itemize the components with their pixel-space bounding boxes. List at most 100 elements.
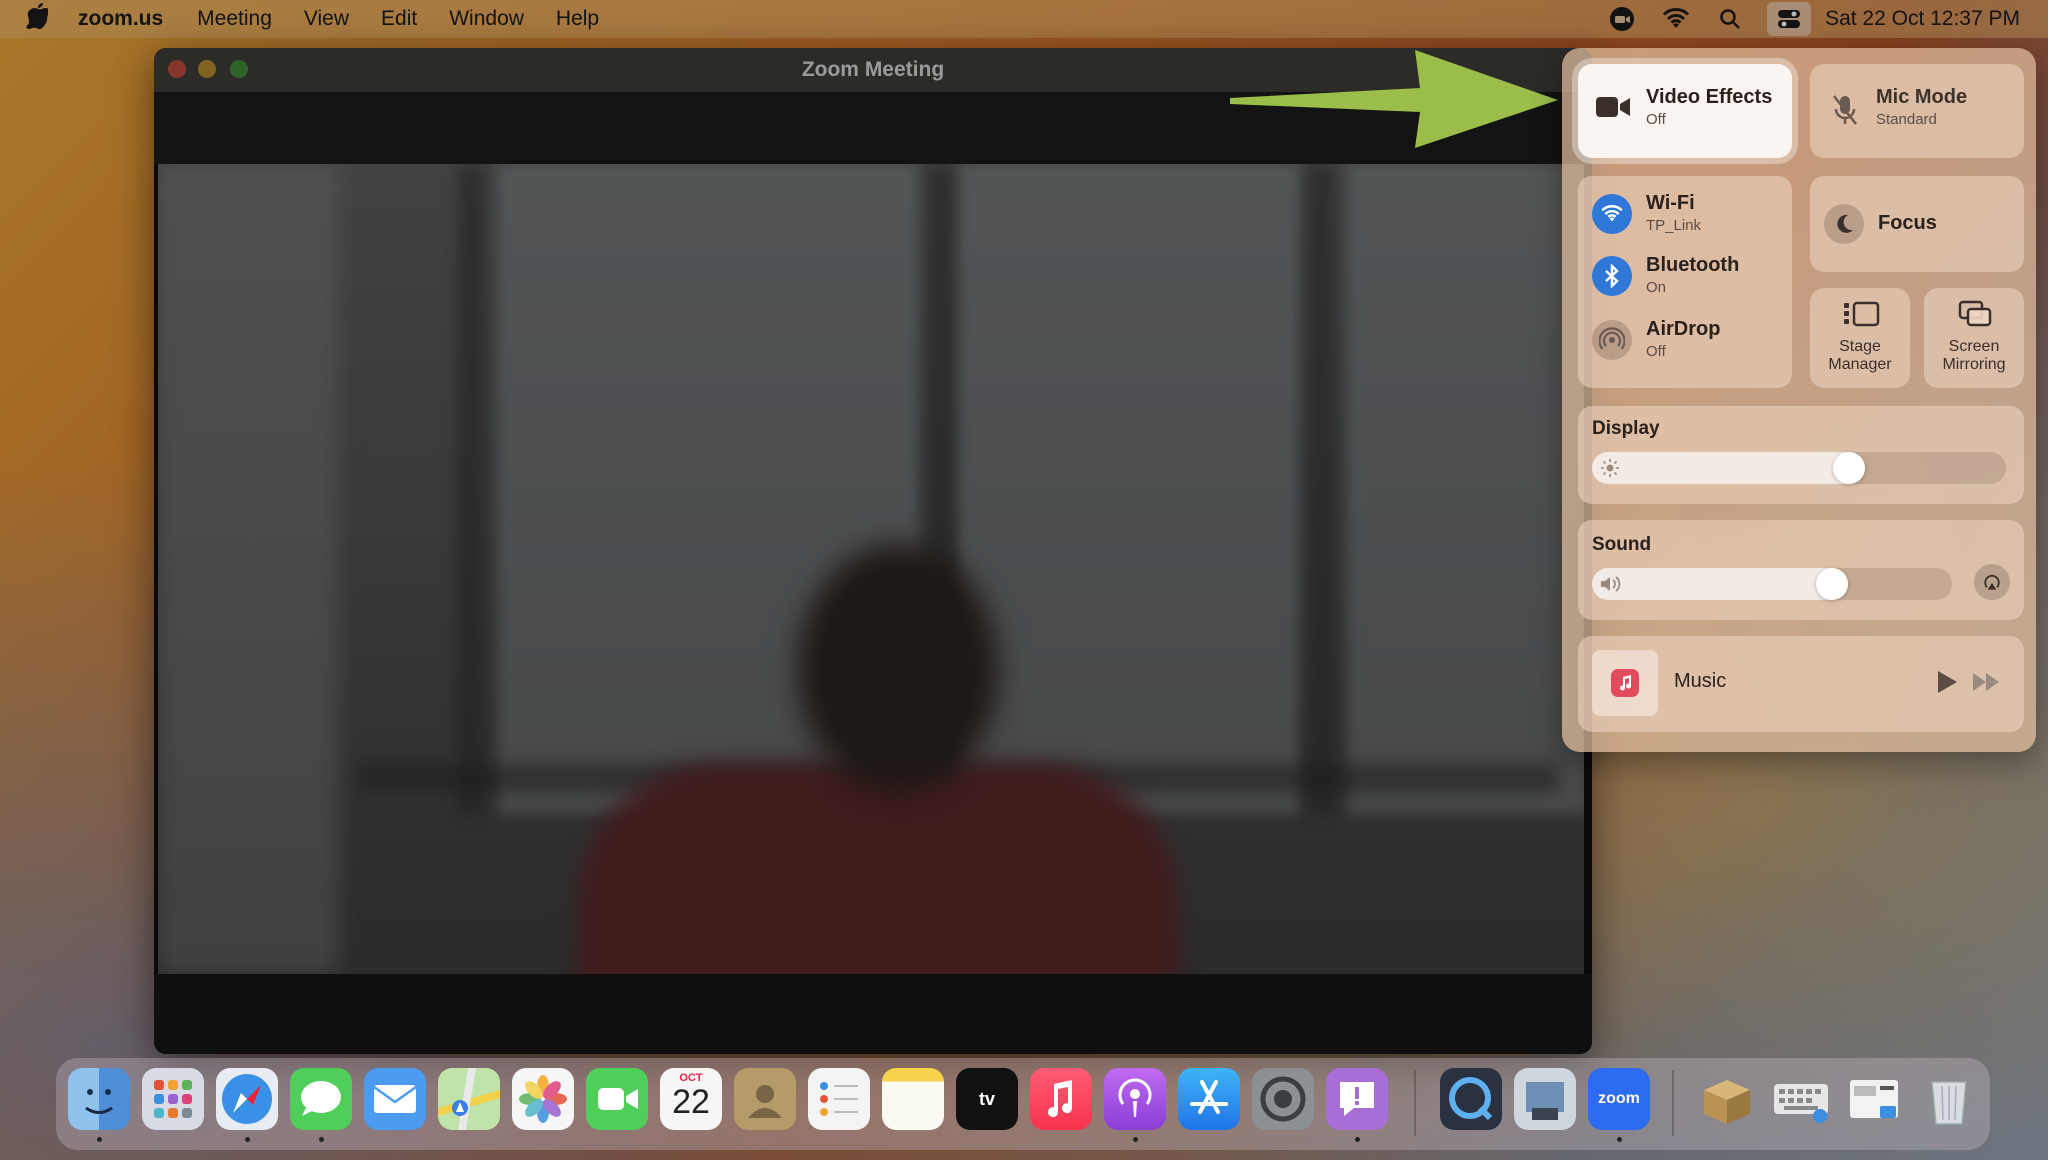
app-menu-zoom[interactable]: zoom.us bbox=[78, 7, 163, 31]
airdrop-title: AirDrop bbox=[1646, 318, 1721, 340]
display-title: Display bbox=[1592, 418, 1660, 439]
brightness-slider[interactable] bbox=[1592, 452, 2006, 484]
video-camera-icon bbox=[1596, 94, 1630, 125]
menu-bar: zoom.us Meeting View Edit Window Help Sa… bbox=[0, 0, 2048, 38]
preview-icon[interactable] bbox=[1514, 1068, 1576, 1130]
focus-title: Focus bbox=[1878, 212, 1937, 234]
zoom-meeting-window: Zoom Meeting bbox=[154, 48, 1592, 1054]
participant-body bbox=[578, 764, 1178, 974]
airdrop-row[interactable]: AirDrop Off bbox=[1578, 312, 1792, 370]
downloads-stack-icon[interactable] bbox=[1844, 1068, 1906, 1130]
volume-slider-fill bbox=[1592, 568, 1848, 600]
podcasts-icon[interactable] bbox=[1104, 1068, 1166, 1130]
fast-forward-icon[interactable] bbox=[1972, 672, 2000, 697]
meeting-controls-bar bbox=[154, 974, 1592, 1054]
apple-tv-label: tv bbox=[978, 1088, 995, 1109]
album-art bbox=[1592, 650, 1658, 716]
control-center-icon[interactable] bbox=[1767, 2, 1812, 36]
mail-icon[interactable] bbox=[364, 1068, 426, 1130]
display-tile: Display bbox=[1578, 406, 2024, 504]
wifi-row[interactable]: Wi-Fi TP_Link bbox=[1578, 184, 1792, 242]
wifi-icon[interactable] bbox=[1659, 6, 1693, 32]
now-playing-title: Music bbox=[1674, 670, 1727, 692]
mic-mode-tile[interactable]: Mic Mode Standard bbox=[1810, 64, 2024, 158]
system-settings-icon[interactable] bbox=[1252, 1068, 1314, 1130]
volume-slider-knob[interactable] bbox=[1816, 568, 1848, 600]
dock: OCT 22 tv zoom bbox=[56, 1058, 1990, 1150]
quicktime-icon[interactable] bbox=[1440, 1068, 1502, 1130]
control-center-panel: Video Effects Off Mic Mode Standard Wi-F… bbox=[1562, 48, 2036, 752]
zoom-app-label: zoom bbox=[1598, 1090, 1640, 1107]
participant-video[interactable] bbox=[158, 164, 1584, 974]
photos-icon[interactable] bbox=[512, 1068, 574, 1130]
running-indicator bbox=[1355, 1137, 1360, 1142]
brightness-slider-fill bbox=[1592, 452, 1865, 484]
menu-help[interactable]: Help bbox=[556, 7, 599, 31]
trash-icon[interactable] bbox=[1918, 1068, 1980, 1130]
menu-meeting[interactable]: Meeting bbox=[197, 7, 272, 31]
airplay-audio-icon[interactable] bbox=[1974, 564, 2010, 600]
menu-window[interactable]: Window bbox=[449, 7, 524, 31]
screen-mirroring-tile[interactable]: Screen Mirroring bbox=[1924, 288, 2024, 388]
running-indicator bbox=[1617, 1137, 1622, 1142]
apple-menu-icon[interactable] bbox=[26, 2, 56, 36]
video-effects-title: Video Effects bbox=[1646, 86, 1773, 108]
video-effects-status: Off bbox=[1646, 111, 1666, 128]
running-indicator bbox=[245, 1137, 250, 1142]
sound-tile: Sound bbox=[1578, 520, 2024, 620]
music-note-icon bbox=[1611, 669, 1639, 697]
stage-manager-icon bbox=[1842, 300, 1880, 333]
feedback-assistant-icon[interactable] bbox=[1326, 1068, 1388, 1130]
sun-icon bbox=[1600, 458, 1620, 483]
video-window-frame bbox=[1308, 164, 1334, 814]
volume-slider[interactable] bbox=[1592, 568, 1952, 600]
moon-icon bbox=[1824, 204, 1864, 244]
keyboard-utility-icon[interactable] bbox=[1770, 1068, 1832, 1130]
contacts-icon[interactable] bbox=[734, 1068, 796, 1130]
notes-icon[interactable] bbox=[882, 1068, 944, 1130]
finder-icon[interactable] bbox=[68, 1068, 130, 1130]
video-blur-left bbox=[158, 164, 338, 974]
menu-edit[interactable]: Edit bbox=[381, 7, 417, 31]
video-effects-tile[interactable]: Video Effects Off bbox=[1578, 64, 1792, 158]
bluetooth-toggle-icon[interactable] bbox=[1592, 256, 1632, 296]
bluetooth-title: Bluetooth bbox=[1646, 254, 1740, 276]
airdrop-toggle-icon[interactable] bbox=[1592, 320, 1632, 360]
focus-tile[interactable]: Focus bbox=[1810, 176, 2024, 272]
connectivity-tile: Wi-Fi TP_Link Bluetooth On AirDrop Off bbox=[1578, 176, 1792, 388]
stage-manager-tile[interactable]: Stage Manager bbox=[1810, 288, 1910, 388]
mic-mode-title: Mic Mode bbox=[1876, 86, 1968, 108]
zoom-app-icon[interactable]: zoom bbox=[1588, 1068, 1650, 1130]
menu-view[interactable]: View bbox=[304, 7, 349, 31]
speaker-icon bbox=[1600, 575, 1622, 598]
airdrop-status: Off bbox=[1646, 343, 1666, 360]
app-store-icon[interactable] bbox=[1178, 1068, 1240, 1130]
messages-icon[interactable] bbox=[290, 1068, 352, 1130]
launchpad-icon[interactable] bbox=[142, 1068, 204, 1130]
participant-head bbox=[798, 544, 998, 794]
now-playing-tile[interactable]: Music bbox=[1578, 636, 2024, 732]
music-app-icon[interactable] bbox=[1030, 1068, 1092, 1130]
running-indicator bbox=[1133, 1137, 1138, 1142]
reminders-icon[interactable] bbox=[808, 1068, 870, 1130]
bluetooth-row[interactable]: Bluetooth On bbox=[1578, 248, 1792, 306]
menu-bar-status-area: Sat 22 Oct 12:37 PM bbox=[1605, 0, 2048, 38]
menu-bar-clock[interactable]: Sat 22 Oct 12:37 PM bbox=[1825, 7, 2020, 31]
safari-icon[interactable] bbox=[216, 1068, 278, 1130]
video-window-pane bbox=[1348, 164, 1584, 814]
zoom-status-icon[interactable] bbox=[1605, 6, 1639, 32]
play-icon[interactable] bbox=[1936, 670, 1958, 699]
wifi-toggle-icon[interactable] bbox=[1592, 194, 1632, 234]
package-icon[interactable] bbox=[1696, 1068, 1758, 1130]
apple-tv-icon[interactable]: tv bbox=[956, 1068, 1018, 1130]
maps-icon[interactable] bbox=[438, 1068, 500, 1130]
bluetooth-status: On bbox=[1646, 279, 1667, 296]
screen-mirroring-label: Screen Mirroring bbox=[1942, 338, 2006, 373]
facetime-icon[interactable] bbox=[586, 1068, 648, 1130]
wifi-title: Wi-Fi bbox=[1646, 192, 1695, 214]
sound-title: Sound bbox=[1592, 534, 1652, 555]
brightness-slider-knob[interactable] bbox=[1833, 452, 1865, 484]
spotlight-search-icon[interactable] bbox=[1713, 6, 1747, 32]
wifi-network-name: TP_Link bbox=[1646, 217, 1702, 234]
calendar-icon[interactable]: OCT 22 bbox=[660, 1068, 722, 1130]
